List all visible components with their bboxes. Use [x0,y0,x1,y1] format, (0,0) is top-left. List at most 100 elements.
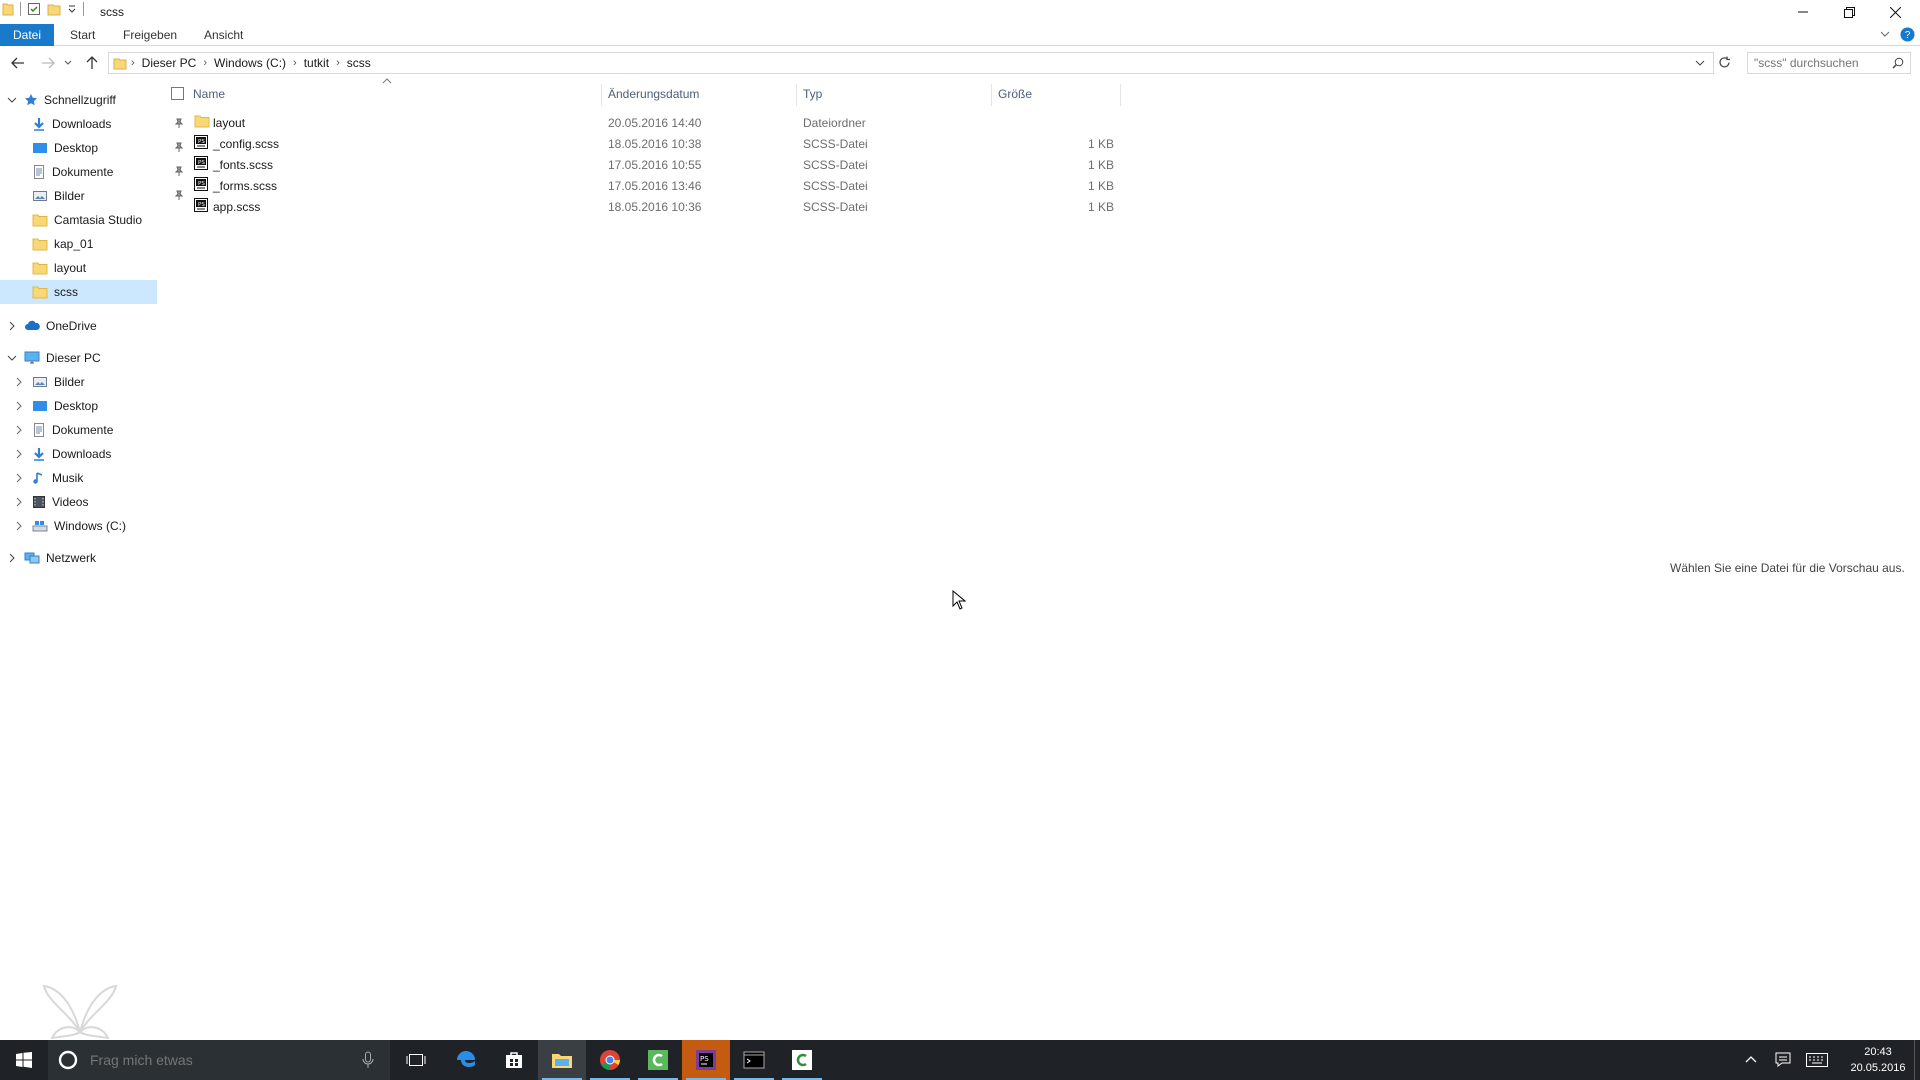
file-type: SCSS-Datei [803,200,868,214]
breadcrumb-scss[interactable]: scss [344,56,374,70]
tab-freigeben[interactable]: Freigeben [113,24,187,46]
file-row-app-scss[interactable]: PS app.scss 18.05.2016 10:36 SCSS-Datei … [160,197,1250,218]
column-separator[interactable] [1120,84,1121,106]
store-icon[interactable] [490,1040,538,1080]
new-folder-icon[interactable] [47,2,61,16]
column-header-type[interactable]: Typ [803,80,822,108]
edge-browser-icon[interactable] [442,1040,490,1080]
keyboard-icon[interactable] [1806,1053,1828,1067]
chevron-right-icon[interactable]: › [127,57,139,69]
chevron-right-icon[interactable] [7,321,17,331]
column-header-date[interactable]: Änderungsdatum [608,80,699,108]
chevron-down-icon[interactable] [7,353,17,363]
nav-network[interactable]: Netzwerk [24,546,96,570]
nav-item-camtasia-studio[interactable]: Camtasia Studio [32,208,157,232]
breadcrumb-windows-c[interactable]: Windows (C:) [211,56,289,70]
nav-item-bilder[interactable]: Bilder [32,184,184,208]
column-header-size[interactable]: Größe [998,80,1032,108]
search-box[interactable] [1747,52,1911,74]
help-icon[interactable]: ? [1900,27,1915,42]
nav-item-downloads[interactable]: Downloads [32,112,184,136]
show-desktop-button[interactable] [1914,1040,1920,1080]
file-row-config-scss[interactable]: PS _config.scss 18.05.2016 10:38 SCSS-Da… [160,134,1250,155]
back-button[interactable] [8,54,28,72]
close-button[interactable] [1872,0,1918,24]
chevron-right-icon[interactable] [14,401,24,411]
chevron-down-icon[interactable] [7,95,17,105]
file-explorer-taskbar-icon[interactable] [538,1040,586,1080]
system-clock[interactable]: 20:43 20.05.2016 [1838,1044,1918,1076]
address-bar[interactable]: › Dieser PC › Windows (C:) › tutkit › sc… [108,52,1714,74]
show-hidden-icons-icon[interactable] [1744,1053,1758,1067]
tab-ansicht[interactable]: Ansicht [194,24,253,46]
chevron-right-icon[interactable] [14,449,24,459]
nav-item-label: scss [54,285,78,299]
cortana-search[interactable] [48,1040,390,1080]
nav-this-pc[interactable]: Dieser PC [24,346,101,370]
chevron-right-icon[interactable]: › [199,57,211,69]
chevron-right-icon[interactable]: › [289,57,301,69]
tab-start[interactable]: Start [60,24,105,46]
recent-locations-icon[interactable] [62,54,74,72]
chrome-icon[interactable] [586,1040,634,1080]
search-input[interactable] [1754,53,1890,73]
nav-item-scss[interactable]: scss [0,280,157,304]
chevron-right-icon[interactable] [7,553,17,563]
tab-datei[interactable]: Datei [0,24,54,46]
nav-item-desktop[interactable]: Desktop [32,136,184,160]
camtasia-studio-icon[interactable] [778,1040,826,1080]
nav-pc-downloads[interactable]: Downloads [32,442,111,466]
chevron-right-icon[interactable]: › [332,57,344,69]
nav-onedrive[interactable]: OneDrive [24,314,97,338]
chevron-down-icon[interactable] [1695,59,1705,67]
chevron-right-icon[interactable] [14,497,24,507]
command-prompt-icon[interactable] [730,1040,778,1080]
file-type: SCSS-Datei [803,137,868,151]
nav-item-dokumente[interactable]: Dokumente [32,160,184,184]
start-button[interactable] [0,1040,48,1080]
breadcrumb-tutkit[interactable]: tutkit [301,56,332,70]
nav-pc-videos[interactable]: Videos [32,490,88,514]
file-row-forms-scss[interactable]: PS _forms.scss 17.05.2016 13:46 SCSS-Dat… [160,176,1250,197]
search-icon[interactable] [1892,57,1904,69]
customize-toolbar-icon[interactable] [67,4,77,14]
column-separator[interactable] [601,84,602,106]
chevron-right-icon[interactable] [14,377,24,387]
camtasia-recorder-icon[interactable] [634,1040,682,1080]
select-all-checkbox[interactable] [171,87,184,100]
forward-button[interactable] [38,54,58,72]
restore-button[interactable] [1826,0,1872,24]
file-size: 1 KB [1087,158,1114,172]
file-row-layout[interactable]: layout 20.05.2016 14:40 Dateiordner [160,113,1250,134]
nav-pc-musik[interactable]: Musik [32,466,83,490]
task-view-button[interactable] [392,1040,440,1080]
chevron-right-icon[interactable] [14,425,24,435]
up-button[interactable] [82,54,102,72]
refresh-icon[interactable] [1718,56,1731,69]
nav-pc-windows-c[interactable]: Windows (C:) [32,514,126,538]
nav-pc-bilder[interactable]: Bilder [32,370,85,394]
phpstorm-icon[interactable]: PS [682,1040,730,1080]
nav-item-layout[interactable]: layout [32,256,157,280]
minimize-button[interactable] [1780,0,1826,24]
file-date: 17.05.2016 10:55 [608,158,702,172]
column-separator[interactable] [796,84,797,106]
breadcrumb-dieser-pc[interactable]: Dieser PC [139,56,200,70]
nav-pc-dokumente[interactable]: Dokumente [32,418,113,442]
nav-quick-access[interactable]: Schnellzugriff [24,88,116,112]
action-center-icon[interactable] [1774,1051,1792,1069]
expand-ribbon-icon[interactable] [1880,29,1890,39]
properties-icon[interactable] [27,2,41,16]
column-header-name[interactable]: Name [193,80,225,108]
chevron-right-icon[interactable] [14,473,24,483]
clock-date: 20.05.2016 [1850,1062,1906,1074]
file-size: 1 KB [1087,200,1114,214]
nav-item-kap-01[interactable]: kap_01 [32,232,157,256]
nav-pc-desktop[interactable]: Desktop [32,394,98,418]
taskbar-search-input[interactable] [90,1052,350,1068]
quick-access-toolbar [2,2,84,16]
microphone-icon[interactable] [362,1051,374,1069]
column-separator[interactable] [991,84,992,106]
file-row-fonts-scss[interactable]: PS _fonts.scss 17.05.2016 10:55 SCSS-Dat… [160,155,1250,176]
chevron-right-icon[interactable] [14,521,24,531]
